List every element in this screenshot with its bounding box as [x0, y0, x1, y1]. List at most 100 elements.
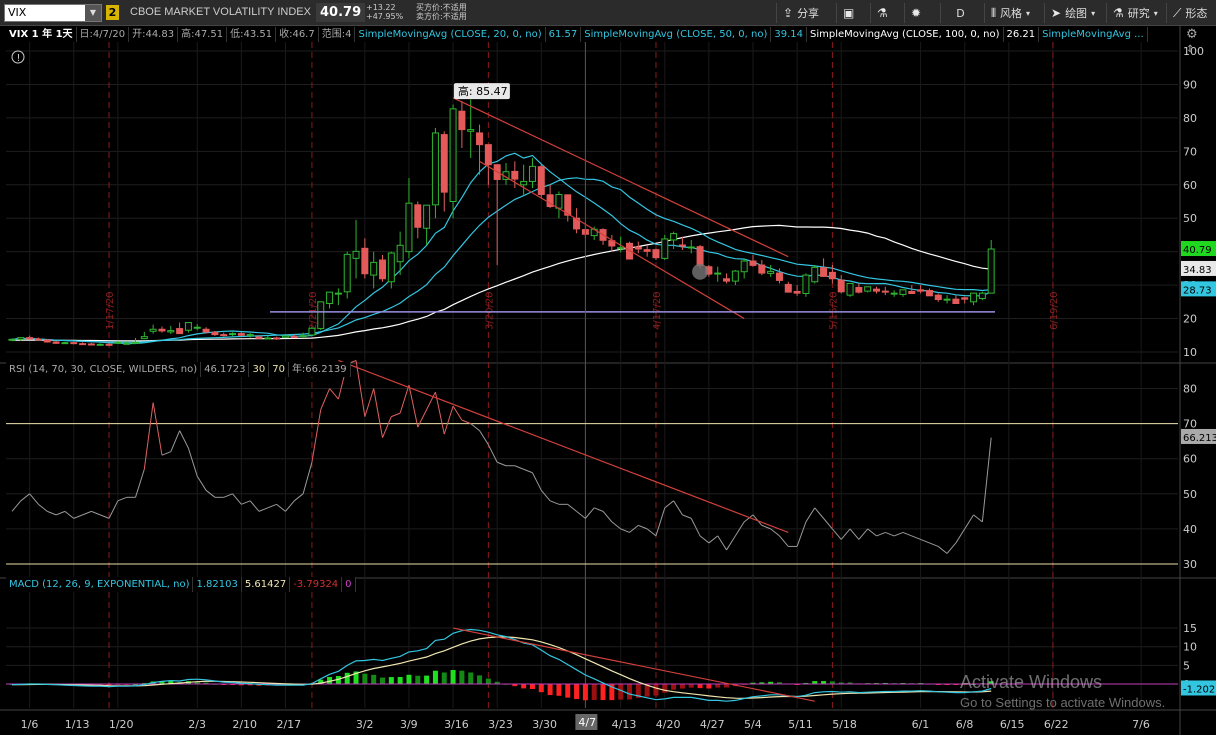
chart-background: [0, 26, 1216, 735]
price-header: VIX 1 年 1天 日:4/7/20 开:44.83 高:47.51 低:43…: [6, 27, 1148, 42]
rsi-tick-label: 60: [1183, 453, 1197, 466]
macd-histogram-bar: [362, 673, 368, 684]
x-tick-label: 3/2: [356, 718, 374, 731]
watermark-line2: Go to Settings to activate Windows.: [960, 695, 1166, 710]
x-tick-label: 3/23: [488, 718, 513, 731]
bar-open: 开:44.83: [129, 27, 179, 42]
x-tick-label: 5/4: [744, 718, 762, 731]
candle-body: [987, 248, 995, 294]
candle-body: [167, 330, 175, 333]
sma50-label[interactable]: SimpleMovingAvg (CLOSE, 50, 0, no): [581, 27, 772, 42]
symbol-dropdown-icon[interactable]: ▼: [85, 5, 101, 21]
price-tick-label: 70: [1183, 145, 1197, 158]
macd-histogram-bar: [688, 684, 694, 688]
cursor-icon: ➤: [1051, 6, 1062, 20]
x-tick-label: 4/20: [656, 718, 681, 731]
timeframe-button[interactable]: D: [940, 3, 980, 23]
chart-canvas[interactable]: 1009080706050403020108070605040301510501…: [0, 26, 1216, 735]
symbol-input[interactable]: VIX ▼: [4, 4, 102, 22]
share-button[interactable]: ⇪ 分享: [776, 3, 825, 23]
lab-button[interactable]: ⚗: [870, 3, 894, 23]
symbol-value[interactable]: VIX: [8, 6, 26, 19]
macd-tick-label: 5: [1183, 659, 1190, 672]
bar-high: 高:47.51: [178, 27, 228, 42]
bar-close: 收:46.7: [276, 27, 319, 42]
candle-body: [873, 288, 880, 292]
candle-body: [220, 334, 228, 337]
style-button[interactable]: ⫴ 风格 ▾: [984, 3, 1036, 23]
macd-header: MACD (12, 26, 9, EXPONENTIAL, no) 1.8210…: [6, 577, 356, 592]
price-tick-label: 10: [1183, 346, 1197, 359]
rsi-header: RSI (14, 70, 30, CLOSE, WILDERS, no) 46.…: [6, 362, 351, 377]
candle-body: [290, 336, 298, 339]
macd-histogram-bar: [582, 684, 588, 701]
x-tick-label: 3/16: [444, 718, 469, 731]
candle-body: [855, 286, 863, 293]
change-abs: +13.22: [366, 3, 396, 12]
symbol-period[interactable]: VIX 1 年 1天: [6, 27, 77, 42]
drawing-button[interactable]: ➤ 绘图 ▾: [1044, 3, 1101, 23]
bar-range: 范围:4: [319, 27, 356, 42]
candle-body: [696, 246, 704, 266]
rsi-label[interactable]: RSI (14, 70, 30, CLOSE, WILDERS, no): [6, 362, 202, 377]
sma20-label[interactable]: SimpleMovingAvg (CLOSE, 20, 0, no): [355, 27, 546, 42]
candle-body: [467, 129, 475, 132]
candle-body: [520, 180, 528, 186]
link-badge[interactable]: 2: [106, 5, 119, 20]
x-tick-label: 7/6: [1132, 718, 1150, 731]
candle-body: [555, 193, 563, 209]
settings-button[interactable]: ✹: [904, 3, 927, 23]
chevron-down-icon: ▾: [1091, 8, 1096, 18]
x-tick-label: 6/15: [1000, 718, 1025, 731]
macd-histogram-bar: [627, 684, 632, 700]
macd-histogram-bar: [380, 677, 385, 684]
macd-histogram-bar: [706, 684, 712, 689]
last-price-tag: 40.79: [1183, 245, 1212, 256]
macd-label[interactable]: MACD (12, 26, 9, EXPONENTIAL, no): [6, 577, 194, 592]
candle-body: [802, 274, 810, 294]
candle-body: [767, 270, 775, 274]
x-tick-label: 4/13: [612, 718, 637, 731]
macd-histogram-bar: [556, 684, 562, 696]
patterns-button[interactable]: ⟋ 形态: [1166, 3, 1213, 23]
cursor-date-text: 4/7: [578, 716, 596, 729]
sma100-label[interactable]: SimpleMovingAvg (CLOSE, 100, 0, no): [807, 27, 1004, 42]
x-tick-label: 3/9: [400, 718, 418, 731]
flask-icon: ⚗: [877, 6, 888, 20]
candle-body: [396, 244, 404, 263]
candle-body: [211, 331, 219, 336]
candle-body: [184, 322, 192, 331]
candle-body: [864, 286, 872, 292]
candle-body: [670, 233, 678, 241]
macd-histogram-bar: [485, 678, 491, 684]
sma-more-label[interactable]: SimpleMovingAvg ...: [1039, 27, 1148, 42]
patterns-label: 形态: [1185, 7, 1208, 20]
price-tick-label: 90: [1183, 78, 1197, 91]
cursor-highlight: [692, 263, 709, 280]
candle-body: [237, 333, 245, 336]
candle-body: [423, 204, 431, 229]
rsi-tick-label: 30: [1183, 558, 1197, 571]
candle-body: [114, 341, 122, 344]
watermark-line1: Activate Windows: [960, 672, 1103, 692]
price-tick-label: 80: [1183, 112, 1197, 125]
studies-button[interactable]: ⚗ 研究 ▾: [1106, 3, 1164, 23]
macd-histogram-bar: [547, 684, 553, 696]
macd-histogram-bar: [653, 684, 659, 696]
alert-icon-mark: !: [17, 53, 21, 64]
candle-body: [943, 298, 951, 301]
macd-histogram-bar: [591, 684, 597, 700]
macd-histogram-bar: [424, 675, 430, 684]
x-tick-label: 1/13: [65, 718, 90, 731]
rsi-tick-label: 50: [1183, 488, 1197, 501]
macd-tag: -1.202: [1183, 684, 1215, 695]
event-label: 4/17/20: [652, 291, 663, 330]
calendar-button[interactable]: ▣: [836, 3, 860, 23]
gear-icon: ✹: [911, 6, 922, 20]
rsi-upper: 70: [269, 362, 289, 377]
candle-body: [264, 337, 272, 340]
candle-body: [811, 266, 819, 283]
candle-body: [96, 343, 104, 346]
bid-ask: 买方价:不适用 卖方价:不适用: [416, 3, 467, 21]
macd-avg: 5.61427: [242, 577, 291, 592]
